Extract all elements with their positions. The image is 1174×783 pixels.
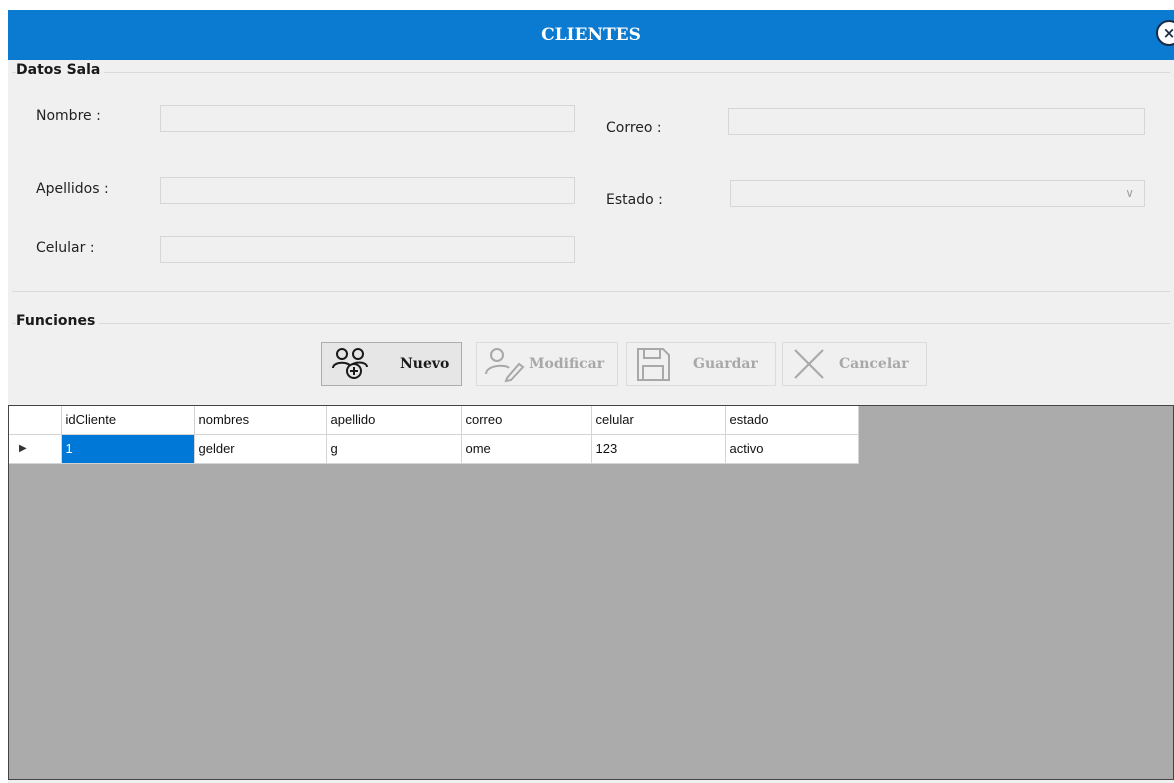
column-header-estado[interactable]: estado (725, 406, 859, 435)
datos-sala-divider (12, 72, 1170, 73)
clientes-table: idCliente nombres apellido correo celula… (9, 406, 859, 464)
cell-nombres[interactable]: gelder (194, 434, 327, 464)
funciones-title: Funciones (16, 313, 100, 329)
cancelar-label: Cancelar (839, 356, 909, 372)
grid-header-row: idCliente nombres apellido correo celula… (9, 406, 859, 435)
nuevo-button[interactable]: Nuevo (321, 342, 462, 386)
close-icon: × (1162, 24, 1174, 42)
celular-input[interactable] (160, 236, 575, 263)
save-icon (637, 348, 670, 381)
cell-apellido[interactable]: g (326, 434, 462, 464)
cancelar-button[interactable]: Cancelar (782, 342, 927, 386)
column-header-idcliente[interactable]: idCliente (61, 406, 195, 435)
row-header-corner (9, 406, 62, 435)
group-separator (12, 291, 1170, 292)
row-indicator-icon[interactable]: ▶ (9, 434, 62, 464)
correo-label: Correo : (606, 120, 662, 136)
celular-label: Celular : (36, 240, 95, 256)
column-header-apellido[interactable]: apellido (326, 406, 462, 435)
window-title: CLIENTES (541, 25, 641, 45)
column-header-celular[interactable]: celular (591, 406, 726, 435)
estado-label: Estado : (606, 192, 663, 208)
close-x-icon (794, 349, 824, 379)
nuevo-label: Nuevo (400, 356, 450, 372)
datos-sala-title: Datos Sala (16, 62, 105, 78)
clientes-grid[interactable]: idCliente nombres apellido correo celula… (8, 405, 1174, 780)
add-users-icon (332, 348, 368, 379)
apellidos-label: Apellidos : (36, 181, 109, 197)
column-header-nombres[interactable]: nombres (194, 406, 327, 435)
cell-idcliente[interactable]: 1 (61, 434, 195, 464)
correo-input[interactable] (728, 108, 1145, 135)
guardar-button[interactable]: Guardar (626, 342, 776, 386)
funciones-divider (12, 323, 1170, 324)
cell-estado[interactable]: activo (725, 434, 859, 464)
modificar-label: Modificar (529, 356, 605, 372)
column-header-correo[interactable]: correo (461, 406, 592, 435)
cell-celular[interactable]: 123 (591, 434, 726, 464)
edit-user-icon (485, 348, 525, 383)
table-row[interactable]: ▶ 1 gelder g ome 123 activo (9, 434, 859, 464)
modificar-button[interactable]: Modificar (476, 342, 618, 386)
window-titlebar: CLIENTES (8, 10, 1174, 60)
nombre-label: Nombre : (36, 108, 101, 124)
guardar-label: Guardar (693, 356, 758, 372)
apellidos-input[interactable] (160, 177, 575, 204)
chevron-down-icon: ∨ (1125, 186, 1134, 200)
cell-correo[interactable]: ome (461, 434, 592, 464)
estado-select[interactable]: ∨ (730, 180, 1145, 207)
nombre-input[interactable] (160, 105, 575, 132)
